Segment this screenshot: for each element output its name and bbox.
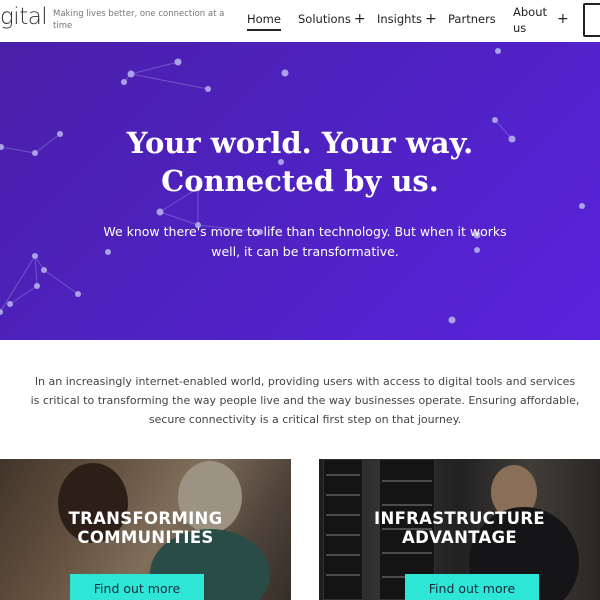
- card-title-line-1: TRANSFORMING: [68, 509, 223, 528]
- nav-partners[interactable]: Partners: [448, 12, 496, 26]
- hero-title: Your world. Your way. Connected by us.: [0, 124, 600, 200]
- plus-icon[interactable]: +: [557, 11, 569, 27]
- card-title-line-2: ADVANTAGE: [402, 528, 517, 547]
- nav-solutions[interactable]: Solutions +: [298, 12, 366, 27]
- nav-home[interactable]: Home: [247, 12, 281, 31]
- tagline: Making lives better, one connection at a…: [53, 9, 225, 31]
- menu-button[interactable]: [583, 3, 600, 37]
- nav-partners-label: Partners: [448, 12, 496, 26]
- card-title-line-2: COMMUNITIES: [77, 528, 214, 547]
- hero-title-line-2: Connected by us.: [161, 164, 439, 198]
- plus-icon[interactable]: +: [425, 12, 437, 26]
- find-out-more-button[interactable]: Find out more: [405, 574, 539, 600]
- hero-subtitle: We know there's more to life than techno…: [103, 224, 507, 259]
- card-title: INFRASTRUCTURE ADVANTAGE: [319, 509, 600, 547]
- card-infrastructure-advantage[interactable]: INFRASTRUCTURE ADVANTAGE Find out more: [319, 459, 600, 600]
- card-transforming-communities[interactable]: TRANSFORMING COMMUNITIES Find out more: [0, 459, 291, 600]
- nav-about[interactable]: About us: [513, 4, 557, 36]
- find-out-more-button[interactable]: Find out more: [70, 574, 204, 600]
- intro-paragraph: In an increasingly internet-enabled worl…: [30, 375, 580, 426]
- card-title-line-1: INFRASTRUCTURE: [374, 509, 545, 528]
- nav-home-label: Home: [247, 12, 281, 26]
- site-header: gital Making lives better, one connectio…: [0, 0, 600, 42]
- card-title: TRANSFORMING COMMUNITIES: [0, 509, 291, 547]
- nav-insights-label: Insights: [377, 12, 422, 26]
- nav-insights[interactable]: Insights +: [377, 12, 437, 27]
- logo[interactable]: gital: [0, 4, 48, 30]
- plus-icon[interactable]: +: [354, 12, 366, 26]
- hero-banner: Your world. Your way. Connected by us. W…: [0, 42, 600, 340]
- hero-title-line-1: Your world. Your way.: [126, 126, 474, 160]
- nav-solutions-label: Solutions: [298, 12, 351, 26]
